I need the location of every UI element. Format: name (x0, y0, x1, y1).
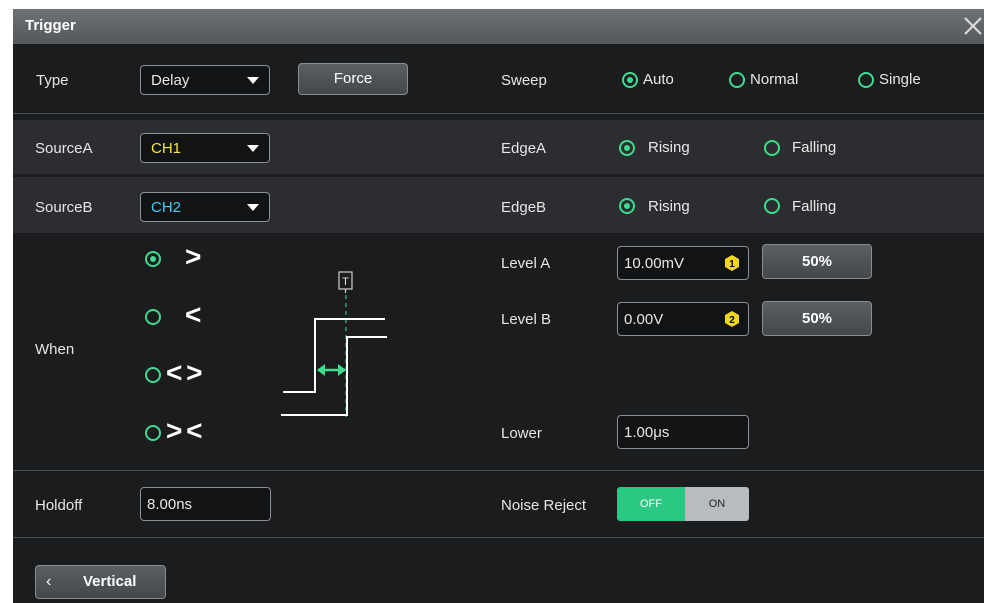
divider (13, 537, 984, 538)
when-greater-radio[interactable] (145, 251, 161, 267)
level-b-50-button[interactable]: 50% (762, 301, 872, 336)
edge-a-falling-label: Falling (792, 139, 837, 156)
noise-reject-label: Noise Reject (501, 497, 587, 514)
sweep-normal-label: Normal (750, 71, 799, 88)
lower-input[interactable]: 1.00μs (617, 415, 749, 449)
trigger-dialog: Trigger Type Delay Force Sweep Auto Norm… (13, 9, 984, 603)
channel-2-icon: 2 (725, 311, 739, 327)
when-greater-symbol: > (185, 241, 202, 272)
edge-b-rising-label: Rising (648, 198, 690, 215)
lower-value: 1.00μs (624, 424, 670, 441)
holdoff-value: 8.00ns (147, 496, 193, 513)
level-a-input[interactable]: 10.00mV 1 (617, 246, 749, 280)
noise-reject-toggle[interactable]: OFF ON (617, 487, 749, 521)
when-label: When (35, 341, 75, 358)
divider (13, 113, 984, 114)
sweep-label: Sweep (501, 72, 547, 89)
vertical-back-button[interactable]: ‹ Vertical (35, 565, 166, 599)
force-button[interactable]: Force (298, 63, 408, 95)
edge-a-falling-radio[interactable] (764, 140, 780, 156)
vertical-back-label: Vertical (83, 573, 137, 590)
channel-1-icon: 1 (725, 255, 739, 271)
when-inside-symbol: < > (166, 357, 203, 388)
chevron-down-icon (247, 77, 259, 84)
sweep-normal-radio[interactable] (729, 72, 745, 88)
level-a-value: 10.00mV (624, 255, 685, 272)
when-outside-radio[interactable] (145, 425, 161, 441)
sweep-auto-label: Auto (643, 71, 674, 88)
edge-b-label: EdgeB (501, 199, 547, 216)
chevron-left-icon: ‹ (46, 573, 52, 590)
trigger-marker-label: T (342, 276, 349, 288)
svg-text:2: 2 (729, 315, 735, 326)
chevron-down-icon (247, 204, 259, 211)
level-b-label: Level B (501, 311, 552, 328)
when-outside-symbol: > < (166, 415, 203, 446)
delay-diagram: T (281, 271, 387, 417)
level-a-50-button[interactable]: 50% (762, 244, 872, 279)
source-b-value: CH2 (151, 199, 182, 216)
divider (13, 470, 984, 471)
sweep-single-radio[interactable] (858, 72, 874, 88)
source-a-select[interactable]: CH1 (140, 133, 270, 163)
lower-label: Lower (501, 425, 542, 442)
holdoff-label: Holdoff (35, 497, 83, 514)
type-label: Type (36, 72, 69, 89)
when-less-symbol: < (185, 299, 202, 330)
chevron-down-icon (247, 145, 259, 152)
when-less-radio[interactable] (145, 309, 161, 325)
type-select[interactable]: Delay (140, 65, 270, 95)
edge-a-rising-label: Rising (648, 139, 690, 156)
source-b-select[interactable]: CH2 (140, 192, 270, 222)
when-inside-radio[interactable] (145, 367, 161, 383)
edge-b-falling-radio[interactable] (764, 198, 780, 214)
level-a-label: Level A (501, 255, 551, 272)
svg-text:1: 1 (729, 259, 735, 270)
noise-reject-on[interactable]: ON (685, 487, 749, 521)
type-value: Delay (151, 72, 190, 89)
edge-b-falling-label: Falling (792, 198, 837, 215)
source-a-value: CH1 (151, 140, 182, 157)
holdoff-input[interactable]: 8.00ns (140, 487, 271, 521)
noise-reject-off[interactable]: OFF (617, 487, 685, 521)
source-a-label: SourceA (35, 140, 93, 157)
source-b-label: SourceB (35, 199, 93, 216)
sweep-auto-radio[interactable] (622, 72, 638, 88)
edge-a-rising-radio[interactable] (619, 140, 635, 156)
level-b-value: 0.00V (624, 311, 664, 328)
close-icon[interactable] (958, 11, 984, 41)
level-b-input[interactable]: 0.00V 2 (617, 302, 749, 336)
dialog-title: Trigger (25, 17, 76, 34)
edge-b-rising-radio[interactable] (619, 198, 635, 214)
sweep-single-label: Single (879, 71, 921, 88)
edge-a-label: EdgeA (501, 140, 547, 157)
title-bar: Trigger (13, 9, 984, 44)
